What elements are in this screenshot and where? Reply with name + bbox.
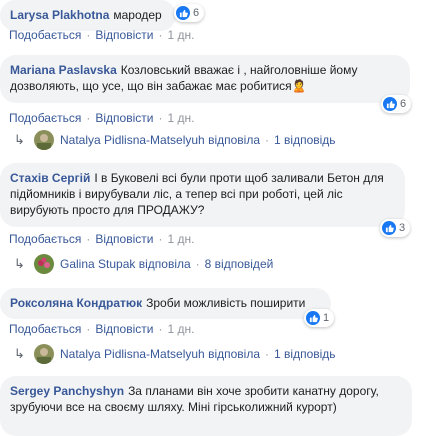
comment-bubble: Sergey Panchyshyn За планами він хоче зро… bbox=[0, 376, 412, 436]
reaction-count[interactable]: 6 bbox=[174, 4, 205, 22]
separator: · bbox=[265, 133, 270, 147]
separator: · bbox=[195, 257, 200, 271]
separator: · bbox=[86, 28, 91, 42]
reaction-count[interactable]: 6 bbox=[381, 95, 412, 113]
reply-link[interactable]: Відповісти bbox=[95, 28, 153, 42]
thumbs-up-icon bbox=[306, 311, 320, 325]
comment-bubble: Стахів Сергій І в Буковелі всі були проти… bbox=[0, 163, 405, 227]
comment-author[interactable]: Larysa Plakhotna bbox=[10, 8, 109, 22]
replies-count[interactable]: 1 відповідь bbox=[274, 133, 336, 147]
thumbs-up-icon bbox=[382, 221, 396, 235]
view-replies[interactable]: ↳ Natalya Pidlisna-Matselyuh відповіла ·… bbox=[14, 344, 336, 364]
comment-text: мародер bbox=[113, 8, 162, 22]
like-link[interactable]: Подобається bbox=[9, 28, 81, 42]
reply-arrow-icon: ↳ bbox=[14, 346, 25, 361]
reaction-count[interactable]: 1 bbox=[304, 309, 335, 327]
timestamp[interactable]: 1 дн. bbox=[167, 28, 194, 42]
reaction-number: 1 bbox=[323, 312, 330, 324]
reply-arrow-icon: ↳ bbox=[14, 256, 25, 271]
reply-author[interactable]: Natalya Pidlisna-Matselyuh bbox=[60, 133, 205, 147]
reaction-number: 6 bbox=[193, 7, 200, 19]
reaction-number: 6 bbox=[400, 98, 407, 110]
reply-link[interactable]: Відповісти bbox=[95, 322, 153, 336]
comment-author[interactable]: Роксоляна Кондратюк bbox=[10, 296, 142, 310]
comment-actions: Подобається · Відповісти · 1 дн. bbox=[9, 111, 194, 125]
separator: · bbox=[265, 347, 270, 361]
comment-bubble: Mariana Paslavska Козловський вважає і , … bbox=[0, 55, 410, 103]
like-link[interactable]: Подобається bbox=[9, 232, 81, 246]
timestamp[interactable]: 1 дн. bbox=[167, 111, 194, 125]
avatar[interactable] bbox=[34, 254, 54, 274]
view-replies[interactable]: ↳ Galina Stupak відповіла · 8 відповідей bbox=[14, 254, 273, 274]
separator: · bbox=[86, 322, 91, 336]
comment-text: Зроби можливість поширити bbox=[146, 296, 306, 310]
view-replies[interactable]: ↳ Natalya Pidlisna-Matselyuh відповіла ·… bbox=[14, 130, 336, 150]
replies-count[interactable]: 1 відповідь bbox=[274, 347, 336, 361]
comment-actions: Подобається · Відповісти · 1 дн. bbox=[9, 28, 194, 42]
separator: · bbox=[86, 232, 91, 246]
reply-author[interactable]: Galina Stupak bbox=[60, 257, 135, 271]
avatar[interactable] bbox=[34, 344, 54, 364]
comment-bubble: Larysa Plakhotna мародер bbox=[0, 0, 176, 31]
separator: · bbox=[158, 322, 163, 336]
comment-bubble: Роксоляна Кондратюк Зроби можливість поши… bbox=[0, 288, 331, 319]
reply-verb: відповіла bbox=[208, 347, 261, 361]
like-link[interactable]: Подобається bbox=[9, 111, 81, 125]
separator: · bbox=[158, 232, 163, 246]
timestamp[interactable]: 1 дн. bbox=[167, 232, 194, 246]
replies-count[interactable]: 8 відповідей bbox=[205, 257, 274, 271]
reply-author[interactable]: Natalya Pidlisna-Matselyuh bbox=[60, 347, 205, 361]
comment-author[interactable]: Sergey Panchyshyn bbox=[10, 384, 124, 398]
reply-arrow-icon: ↳ bbox=[14, 132, 25, 147]
separator: · bbox=[158, 111, 163, 125]
like-link[interactable]: Подобається bbox=[9, 322, 81, 336]
comment-actions: Подобається · Відповісти · 1 дн. bbox=[9, 322, 194, 336]
reply-verb: відповіла bbox=[208, 133, 261, 147]
reaction-number: 3 bbox=[399, 222, 406, 234]
reaction-count[interactable]: 3 bbox=[380, 219, 411, 237]
reply-link[interactable]: Відповісти bbox=[95, 111, 153, 125]
separator: · bbox=[86, 111, 91, 125]
comment-author[interactable]: Стахів Сергій bbox=[10, 171, 90, 185]
comment-actions: Подобається · Відповісти · 1 дн. bbox=[9, 232, 194, 246]
separator: · bbox=[158, 28, 163, 42]
reply-link[interactable]: Відповісти bbox=[95, 232, 153, 246]
comment-author[interactable]: Mariana Paslavska bbox=[10, 63, 117, 77]
reply-verb: відповіла bbox=[138, 257, 191, 271]
thumbs-up-icon bbox=[176, 6, 190, 20]
avatar[interactable] bbox=[34, 130, 54, 150]
thumbs-up-icon bbox=[383, 97, 397, 111]
timestamp[interactable]: 1 дн. bbox=[167, 322, 194, 336]
